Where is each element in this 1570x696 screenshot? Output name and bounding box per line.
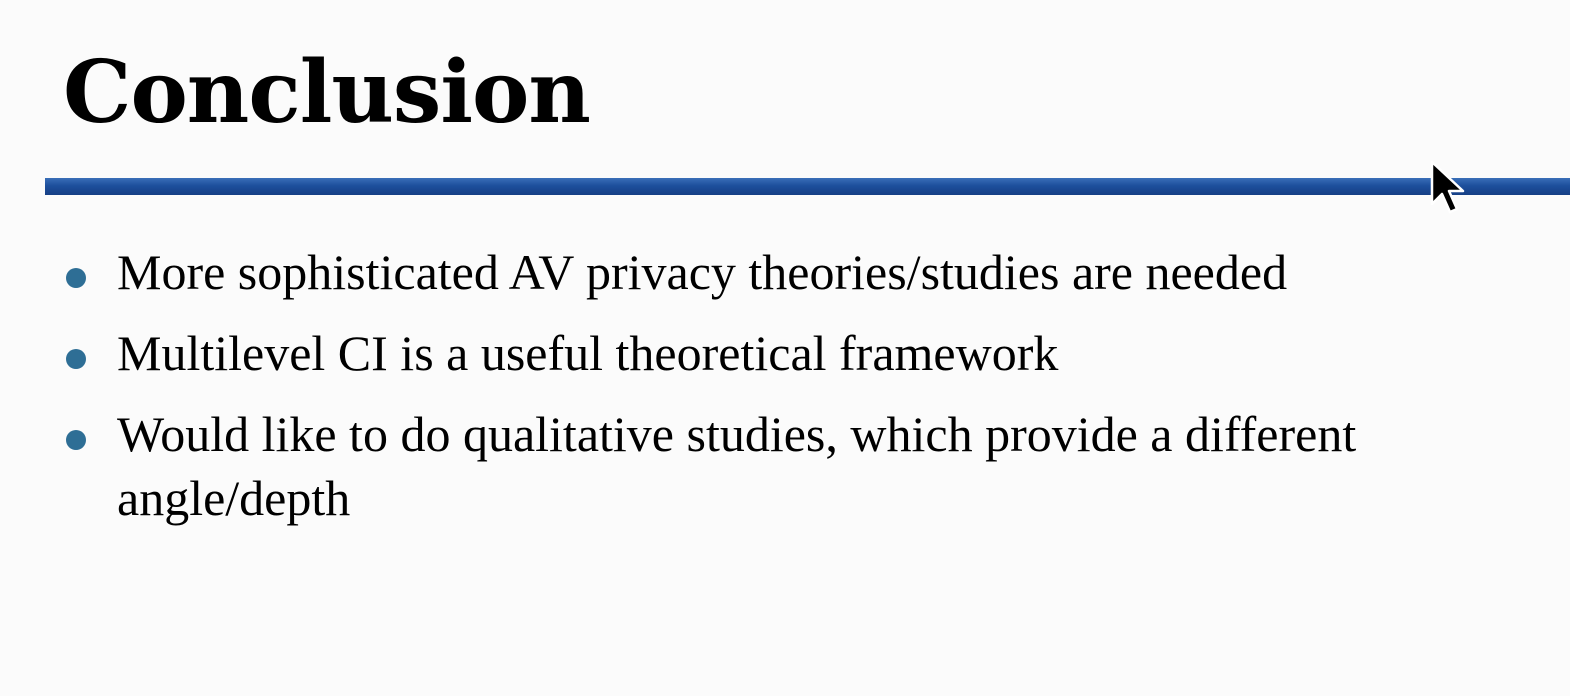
bullet-item: More sophisticated AV privacy theories/s… <box>0 240 1570 304</box>
bullet-dot-icon <box>66 349 86 369</box>
mouse-pointer-icon <box>1430 160 1465 214</box>
bullet-dot-icon <box>66 430 86 450</box>
bullet-item: Multilevel CI is a useful theoretical fr… <box>0 321 1570 385</box>
bullet-list: More sophisticated AV privacy theories/s… <box>0 240 1570 547</box>
presentation-slide: Conclusion More sophisticated AV privacy… <box>0 0 1570 696</box>
bullet-text: More sophisticated AV privacy theories/s… <box>117 244 1288 300</box>
bullet-dot-icon <box>66 268 86 288</box>
title-divider <box>45 178 1570 195</box>
bullet-item: Would like to do qualitative studies, wh… <box>0 402 1570 530</box>
bullet-text: Would like to do qualitative studies, wh… <box>117 406 1357 526</box>
bullet-text: Multilevel CI is a useful theoretical fr… <box>117 325 1059 381</box>
slide-title: Conclusion <box>63 42 591 143</box>
